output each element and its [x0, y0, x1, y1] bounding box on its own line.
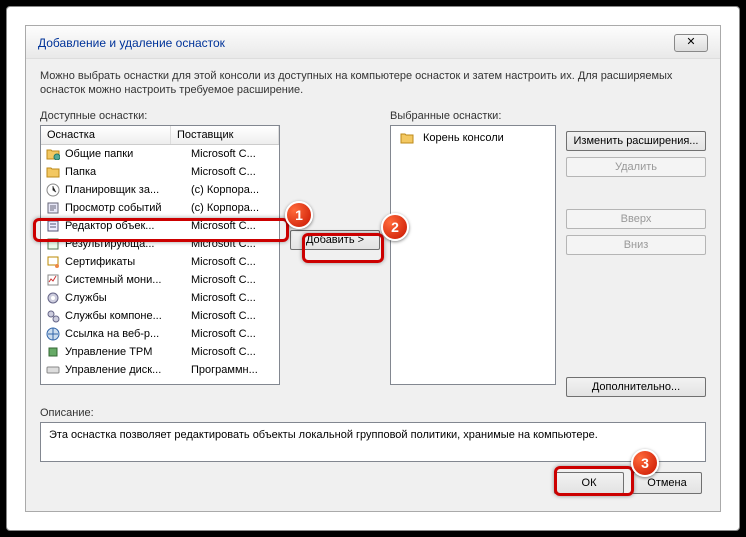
- item-vendor: Microsoft C...: [191, 274, 279, 286]
- item-vendor: Microsoft C...: [191, 148, 279, 160]
- list-item[interactable]: Планировщик за...(c) Корпора...: [41, 181, 279, 199]
- list-item[interactable]: Управление TPMMicrosoft C...: [41, 343, 279, 361]
- cancel-button[interactable]: Отмена: [632, 472, 702, 494]
- item-vendor: Microsoft C...: [191, 346, 279, 358]
- selected-label: Выбранные оснастки:: [390, 110, 556, 122]
- move-up-button: Вверх: [566, 209, 706, 229]
- item-vendor: (c) Корпора...: [191, 202, 279, 214]
- available-label: Доступные оснастки:: [40, 110, 280, 122]
- move-down-button: Вниз: [566, 235, 706, 255]
- services-icon: [45, 290, 61, 306]
- title-bar: Добавление и удаление оснасток ✕: [26, 26, 720, 59]
- item-name: Службы: [65, 292, 191, 304]
- disk-icon: [45, 362, 61, 378]
- tree-root-item[interactable]: Корень консоли: [395, 130, 551, 146]
- component-icon: [45, 308, 61, 324]
- tpm-icon: [45, 344, 61, 360]
- selected-tree[interactable]: Корень консоли: [390, 125, 556, 385]
- description-text: Эта оснастка позволяет редактировать объ…: [49, 429, 598, 441]
- list-item[interactable]: Системный мони...Microsoft C...: [41, 271, 279, 289]
- intro-text: Можно выбрать оснастки для этой консоли …: [40, 69, 706, 98]
- dialog-body: Можно выбрать оснастки для этой консоли …: [26, 59, 720, 502]
- folder-icon: [399, 130, 415, 146]
- item-name: Сертификаты: [65, 256, 191, 268]
- policy-result-icon: [45, 236, 61, 252]
- gpo-editor-icon: [45, 218, 61, 234]
- list-item[interactable]: Службы компоне...Microsoft C...: [41, 307, 279, 325]
- advanced-button[interactable]: Дополнительно...: [566, 377, 706, 397]
- certificate-icon: [45, 254, 61, 270]
- list-item[interactable]: Общие папкиMicrosoft C...: [41, 145, 279, 163]
- item-vendor: Microsoft C...: [191, 238, 279, 250]
- item-name: Общие папки: [65, 148, 191, 160]
- add-button[interactable]: Добавить >: [290, 230, 380, 250]
- item-name: Планировщик за...: [65, 184, 191, 196]
- item-vendor: (c) Корпора...: [191, 184, 279, 196]
- list-item[interactable]: СертификатыMicrosoft C...: [41, 253, 279, 271]
- edit-extensions-button[interactable]: Изменить расширения...: [566, 131, 706, 151]
- col-snapin[interactable]: Оснастка: [41, 126, 171, 144]
- list-item[interactable]: СлужбыMicrosoft C...: [41, 289, 279, 307]
- screenshot-frame: Добавление и удаление оснасток ✕ Можно в…: [6, 6, 740, 531]
- item-vendor: Microsoft C...: [191, 256, 279, 268]
- item-vendor: Microsoft C...: [191, 328, 279, 340]
- folder-icon: [45, 164, 61, 180]
- list-item[interactable]: Управление диск...Программн...: [41, 361, 279, 379]
- clock-icon: [45, 182, 61, 198]
- tree-root-label: Корень консоли: [423, 132, 504, 144]
- ok-button[interactable]: ОК: [554, 472, 624, 494]
- list-item[interactable]: Ссылка на веб-р...Microsoft C...: [41, 325, 279, 343]
- list-item[interactable]: Просмотр событий(c) Корпора...: [41, 199, 279, 217]
- item-name: Службы компоне...: [65, 310, 191, 322]
- remove-button: Удалить: [566, 157, 706, 177]
- item-vendor: Microsoft C...: [191, 220, 279, 232]
- list-item[interactable]: Редактор объек...Microsoft C...: [41, 217, 279, 235]
- event-log-icon: [45, 200, 61, 216]
- description-label: Описание:: [40, 407, 706, 419]
- item-vendor: Microsoft C...: [191, 292, 279, 304]
- item-vendor: Microsoft C...: [191, 166, 279, 178]
- item-name: Ссылка на веб-р...: [65, 328, 191, 340]
- list-header[interactable]: Оснастка Поставщик: [41, 126, 279, 145]
- item-name: Папка: [65, 166, 191, 178]
- item-name: Управление диск...: [65, 364, 191, 376]
- perfmon-icon: [45, 272, 61, 288]
- folder-share-icon: [45, 146, 61, 162]
- item-vendor: Программн...: [191, 364, 279, 376]
- description-box: Эта оснастка позволяет редактировать объ…: [40, 422, 706, 462]
- item-name: Системный мони...: [65, 274, 191, 286]
- item-vendor: Microsoft C...: [191, 310, 279, 322]
- weblink-icon: [45, 326, 61, 342]
- window-title: Добавление и удаление оснасток: [38, 36, 225, 50]
- available-listbox[interactable]: Оснастка Поставщик Общие папкиMicrosoft …: [40, 125, 280, 385]
- list-item[interactable]: Результирующа...Microsoft C...: [41, 235, 279, 253]
- item-name: Редактор объек...: [65, 220, 191, 232]
- col-vendor[interactable]: Поставщик: [171, 126, 279, 144]
- item-name: Результирующа...: [65, 238, 191, 250]
- list-item[interactable]: ПапкаMicrosoft C...: [41, 163, 279, 181]
- dialog-window: Добавление и удаление оснасток ✕ Можно в…: [25, 25, 721, 512]
- close-button[interactable]: ✕: [674, 34, 708, 52]
- item-name: Управление TPM: [65, 346, 191, 358]
- item-name: Просмотр событий: [65, 202, 191, 214]
